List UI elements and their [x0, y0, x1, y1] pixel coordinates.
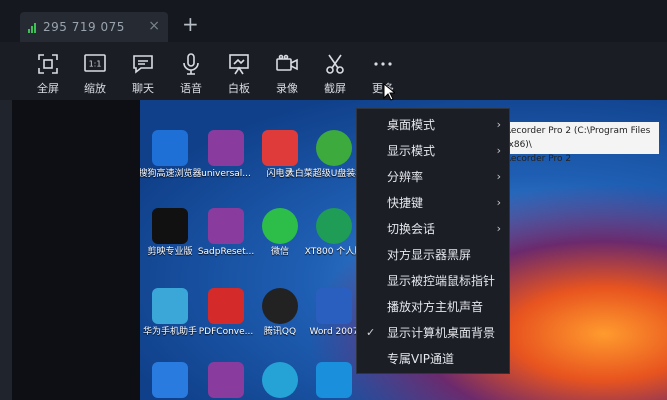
- usb-tool-icon: [316, 130, 352, 166]
- microphone-icon: [183, 53, 199, 75]
- whiteboard-button[interactable]: 白板: [219, 52, 259, 96]
- mouse-cursor-icon: [383, 83, 395, 101]
- desktop-icon[interactable]: PDFConve...: [198, 288, 254, 338]
- desktop-icon[interactable]: SadpReset...: [198, 208, 254, 258]
- desktop-icon[interactable]: 剪映专业版: [142, 208, 198, 258]
- scale-icon: 1:1: [84, 54, 106, 72]
- scale-button[interactable]: 1:1 缩放: [75, 52, 115, 96]
- huawei-assistant-icon: [152, 288, 188, 324]
- chat-icon: [133, 55, 153, 74]
- desktop-icon[interactable]: XT800 个人版: [305, 208, 363, 258]
- voice-button[interactable]: 语音: [171, 52, 211, 96]
- menu-item-show-wallpaper[interactable]: ✓ 显示计算机桌面背景: [357, 319, 509, 345]
- menu-item-shortcuts[interactable]: 快捷键 ›: [357, 189, 509, 215]
- menu-item-display-mode[interactable]: 显示模式 ›: [357, 137, 509, 163]
- menu-item-vip-channel[interactable]: 专属VIP通道: [357, 345, 509, 371]
- title-bar: 295 719 075 × +: [0, 0, 667, 42]
- word-icon: [316, 288, 352, 324]
- menu-item-switch-session[interactable]: 切换会话 ›: [357, 215, 509, 241]
- desktop-icon-partial[interactable]: [306, 362, 362, 398]
- svg-text:1:1: 1:1: [89, 60, 102, 69]
- desktop-icon[interactable]: universal...: [198, 130, 254, 180]
- chevron-right-icon: ›: [496, 169, 501, 183]
- screenshot-button[interactable]: 截屏: [315, 52, 355, 96]
- wechat-icon: [262, 208, 298, 244]
- menu-item-show-remote-cursor[interactable]: 显示被控端鼠标指针: [357, 267, 509, 293]
- pdf-converter-icon: [208, 288, 244, 324]
- session-id: 295 719 075: [43, 20, 125, 34]
- sogou-browser-icon: [152, 130, 188, 166]
- app-icon: [152, 362, 188, 398]
- desktop-icon-partial[interactable]: [252, 362, 308, 398]
- chevron-right-icon: ›: [496, 195, 501, 209]
- toolbar: 全屏 1:1 缩放 聊天 语音 白板 录像 截屏 更多: [0, 42, 667, 100]
- fullscreen-icon: [38, 54, 58, 74]
- menu-item-resolution[interactable]: 分辨率 ›: [357, 163, 509, 189]
- session-tab[interactable]: 295 719 075 ×: [20, 12, 168, 42]
- archive-icon: [208, 362, 244, 398]
- menu-item-desktop-mode[interactable]: 桌面模式 ›: [357, 111, 509, 137]
- desktop-icon-partial[interactable]: [198, 362, 254, 398]
- chat-button[interactable]: 聊天: [123, 52, 163, 96]
- archive-icon: [208, 208, 244, 244]
- desktop-icon[interactable]: Word 2007: [306, 288, 362, 338]
- app-icon: [316, 362, 352, 398]
- capcut-icon: [152, 208, 188, 244]
- new-tab-button[interactable]: +: [182, 14, 199, 34]
- qq-icon: [262, 288, 298, 324]
- desktop-icon[interactable]: 大白菜超级U盘装机工具: [286, 130, 382, 180]
- desktop-icon[interactable]: 腾讯QQ: [252, 288, 308, 338]
- desktop-icon-partial[interactable]: [142, 362, 198, 398]
- chevron-right-icon: ›: [496, 117, 501, 131]
- desktop-icon[interactable]: 华为手机助手: [142, 288, 198, 338]
- menu-item-play-remote-sound[interactable]: 播放对方主机声音: [357, 293, 509, 319]
- recorder-icon: [262, 130, 298, 166]
- app-icon: [262, 362, 298, 398]
- signal-icon: [28, 21, 38, 33]
- check-icon: ✓: [366, 325, 376, 339]
- chevron-right-icon: ›: [496, 221, 501, 235]
- file-path-tooltip: Recorder Pro 2 (C:\Program Files (x86)\ …: [501, 122, 659, 164]
- more-icon: [374, 62, 392, 66]
- more-menu: 桌面模式 › 显示模式 › 分辨率 › 快捷键 › 切换会话 › 对方显示器黑屏…: [356, 108, 510, 374]
- chevron-right-icon: ›: [496, 143, 501, 157]
- left-border: [0, 100, 12, 400]
- menu-item-black-screen[interactable]: 对方显示器黑屏: [357, 241, 509, 267]
- desktop-icon[interactable]: 微信: [252, 208, 308, 258]
- close-tab-icon[interactable]: ×: [148, 18, 160, 34]
- archive-icon: [208, 130, 244, 166]
- whiteboard-icon: [229, 54, 249, 75]
- scissors-icon: [326, 54, 344, 74]
- record-button[interactable]: 录像: [267, 52, 307, 96]
- xt800-icon: [316, 208, 352, 244]
- desktop-icon[interactable]: 搜狗高速浏览器: [140, 130, 202, 180]
- fullscreen-button[interactable]: 全屏: [28, 52, 68, 96]
- video-camera-icon: [276, 54, 298, 71]
